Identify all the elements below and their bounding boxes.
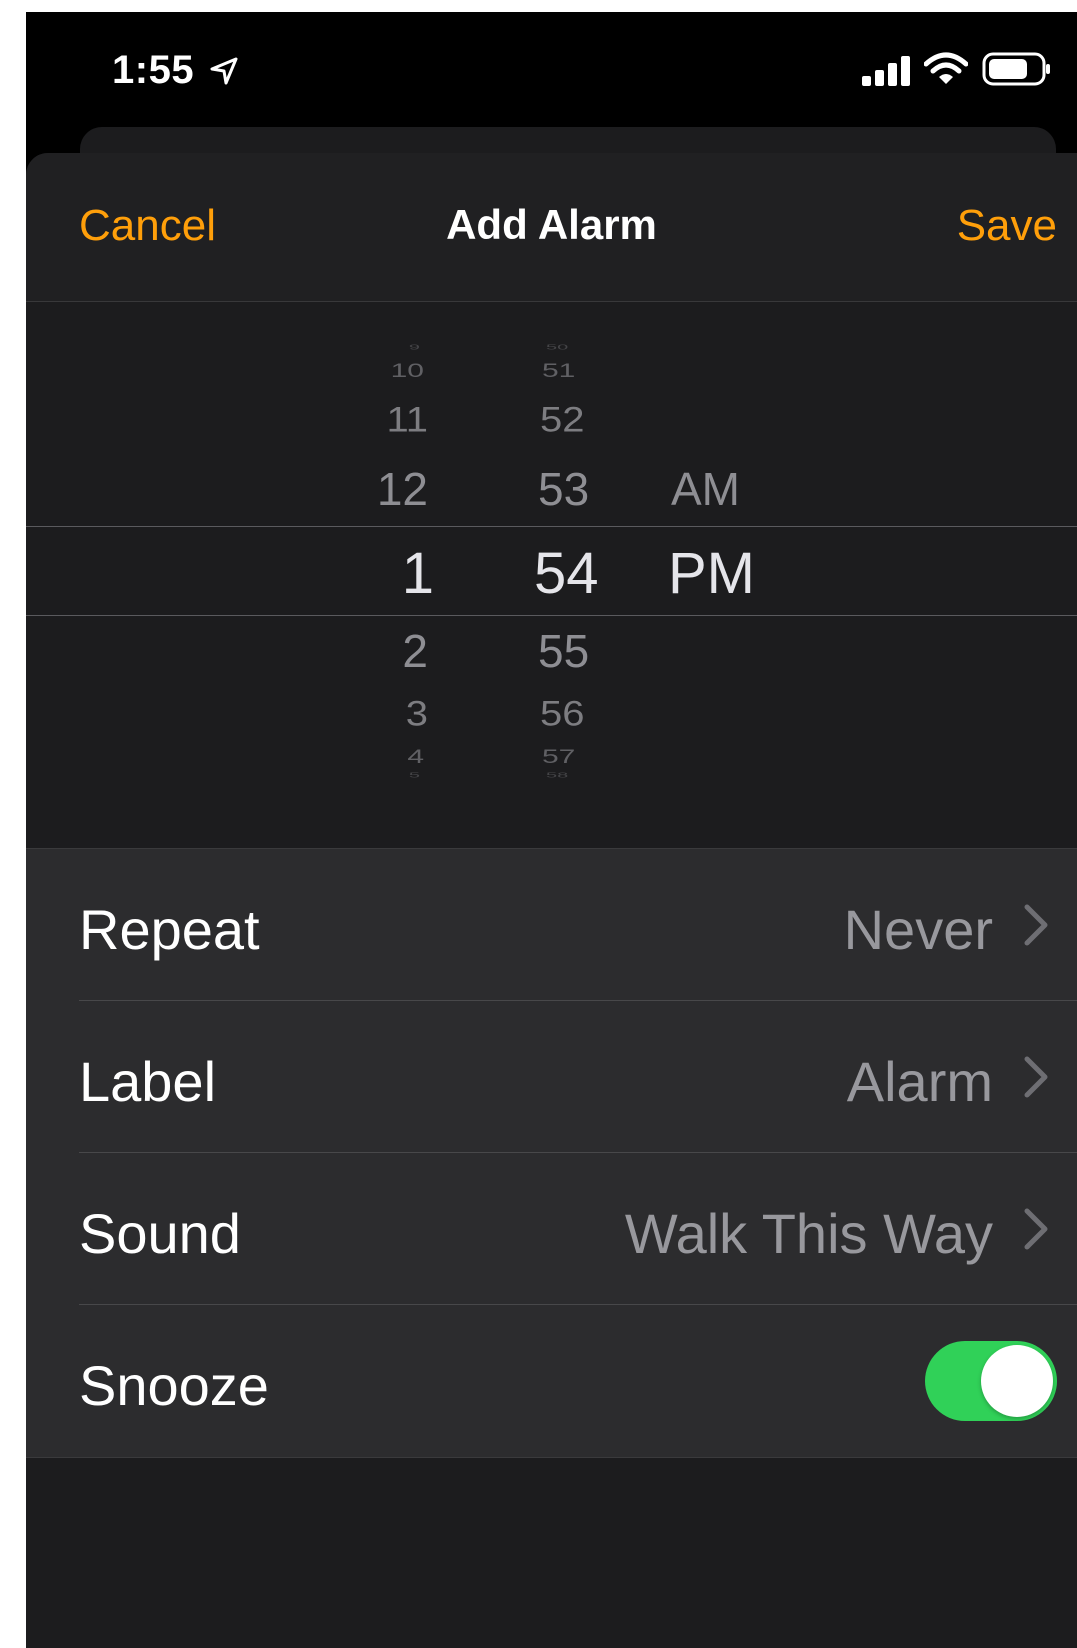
sound-row[interactable]: Sound Walk This Way	[26, 1153, 1077, 1304]
snooze-label: Snooze	[79, 1354, 269, 1417]
wifi-icon	[924, 52, 968, 84]
hour-option[interactable]: 12	[377, 462, 428, 516]
hour-option[interactable]: 10	[391, 360, 424, 382]
repeat-label: Repeat	[79, 898, 260, 961]
am-pm-wheel[interactable]: AM PM	[666, 302, 806, 847]
minute-option[interactable]: 51	[542, 360, 575, 382]
snooze-toggle[interactable]	[925, 1341, 1057, 1421]
minute-option[interactable]: 56	[540, 695, 585, 735]
minute-option[interactable]: 58	[546, 771, 568, 779]
navigation-bar: Cancel Add Alarm Save	[26, 153, 1077, 302]
minute-option[interactable]: 53	[538, 462, 589, 516]
period-option[interactable]: AM	[671, 462, 740, 516]
time-picker[interactable]: 9 10 11 12 1 2 3 4 5 50 51 52 53 54 55 5…	[26, 302, 1077, 847]
repeat-row[interactable]: Repeat Never	[26, 849, 1077, 1000]
cellular-signal-icon	[862, 56, 910, 86]
location-arrow-icon	[210, 57, 238, 85]
minute-option[interactable]: 52	[540, 401, 585, 441]
hour-option[interactable]: 9	[409, 343, 420, 351]
status-time: 1:55	[112, 48, 195, 92]
hour-option[interactable]: 5	[409, 771, 420, 779]
phone-screen: 1:55 Cancel Add Alarm Save 9 10 11 12 1 …	[26, 12, 1077, 1648]
sound-label: Sound	[79, 1202, 241, 1265]
hour-option[interactable]: 3	[406, 695, 428, 735]
hour-option-selected[interactable]: 1	[402, 540, 434, 607]
hour-option[interactable]: 4	[407, 746, 424, 768]
minute-option[interactable]: 55	[538, 624, 589, 678]
minute-option-selected[interactable]: 54	[534, 540, 599, 607]
snooze-row: Snooze	[26, 1305, 1077, 1456]
minute-wheel[interactable]: 50 51 52 53 54 55 56 57 58	[506, 302, 636, 847]
label-row[interactable]: Label Alarm	[26, 1001, 1077, 1152]
chevron-right-icon	[1024, 1208, 1048, 1250]
alarm-settings-list: Repeat Never Label Alarm Sound Walk This…	[26, 848, 1077, 1458]
toggle-knob	[981, 1345, 1053, 1417]
chevron-right-icon	[1024, 1056, 1048, 1098]
save-button[interactable]: Save	[957, 201, 1057, 251]
period-option-selected[interactable]: PM	[668, 540, 755, 607]
page-title: Add Alarm	[446, 201, 657, 248]
hour-wheel[interactable]: 9 10 11 12 1 2 3 4 5	[344, 302, 444, 847]
label-label: Label	[79, 1050, 217, 1113]
chevron-right-icon	[1024, 904, 1048, 946]
hour-option[interactable]: 2	[402, 624, 428, 678]
hour-option[interactable]: 11	[386, 401, 428, 441]
battery-icon	[982, 52, 1050, 86]
minute-option[interactable]: 57	[542, 746, 575, 768]
sound-value: Walk This Way	[624, 1202, 993, 1265]
repeat-value: Never	[843, 898, 993, 961]
status-bar: 1:55	[26, 12, 1077, 122]
label-value: Alarm	[846, 1050, 993, 1113]
add-alarm-sheet: Cancel Add Alarm Save 9 10 11 12 1 2 3 4…	[26, 153, 1077, 1648]
minute-option[interactable]: 50	[546, 343, 568, 351]
